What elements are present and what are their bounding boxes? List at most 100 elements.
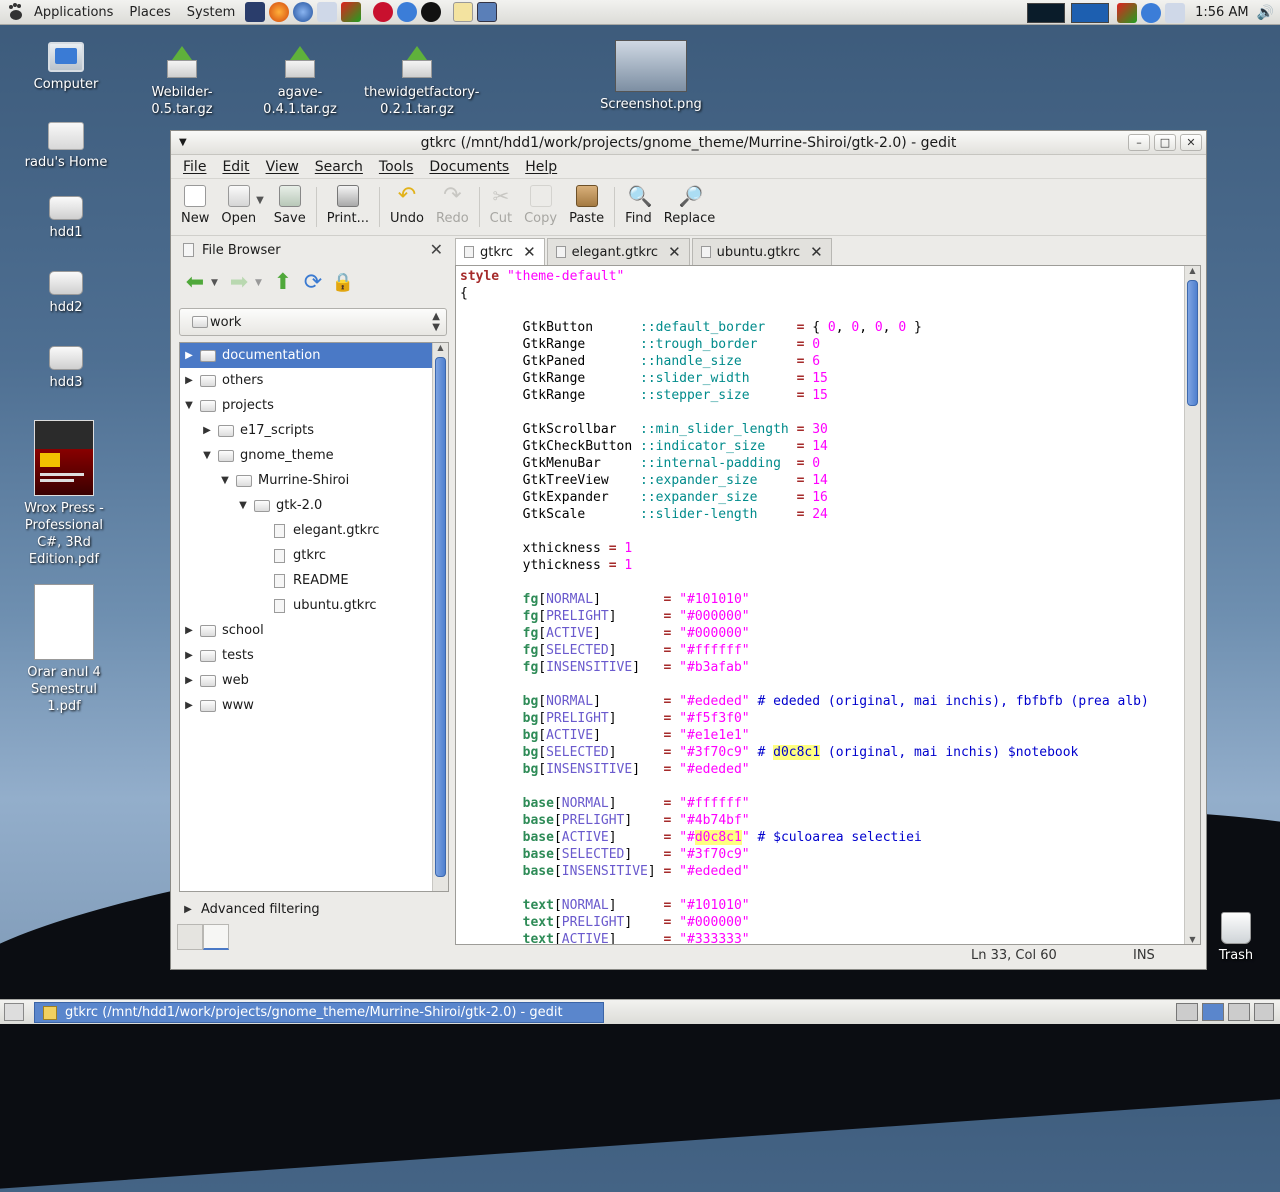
refresh-icon[interactable]: ⟳ xyxy=(299,269,327,297)
volume-icon[interactable]: 🔊 xyxy=(1257,5,1280,21)
close-button[interactable]: ✕ xyxy=(1180,134,1202,151)
text-editor[interactable]: style "theme-default" { GtkButton ::defa… xyxy=(455,265,1201,945)
tree-row[interactable]: ▶ www xyxy=(180,693,448,718)
media-launcher-icon[interactable] xyxy=(373,2,394,22)
tree-row[interactable]: ubuntu.gtkrc xyxy=(180,593,448,618)
desktop-icon-orar-pdf[interactable]: Orar anul 4 Semestrul 1.pdf xyxy=(16,584,112,715)
desktop-icon-hdd1[interactable]: hdd1 xyxy=(18,196,114,241)
chat-launcher-icon[interactable] xyxy=(397,2,418,22)
collapsed-arrow-icon[interactable]: ▶ xyxy=(182,350,196,361)
collapsed-arrow-icon[interactable]: ▶ xyxy=(182,625,196,636)
menu-search[interactable]: Search xyxy=(307,159,371,175)
workspace-1[interactable] xyxy=(1176,1003,1198,1021)
tree-row[interactable]: README xyxy=(180,568,448,593)
menu-documents[interactable]: Documents xyxy=(421,159,517,175)
tray-chat-icon[interactable] xyxy=(1141,2,1162,23)
desktop-icon-hdd3[interactable]: hdd3 xyxy=(18,346,114,391)
tree-row[interactable]: ▶ school xyxy=(180,618,448,643)
tab-close-icon[interactable]: ✕ xyxy=(668,243,681,261)
network-launcher-icon[interactable] xyxy=(317,2,338,22)
open-button[interactable]: Open xyxy=(215,185,262,226)
window-menu-icon[interactable]: ▼ xyxy=(179,131,187,155)
tab-ubuntu-gtkrc[interactable]: ubuntu.gtkrc ✕ xyxy=(691,238,832,265)
tree-row[interactable]: ▶ web xyxy=(180,668,448,693)
desktop-icon-screenshot[interactable]: Screenshot.png xyxy=(598,40,704,113)
tree-row[interactable]: ▶ others xyxy=(180,368,448,393)
forward-history-dropdown-icon[interactable]: ▼ xyxy=(255,278,267,288)
back-arrow-icon[interactable]: ⬅ xyxy=(181,269,209,297)
window-titlebar[interactable]: ▼ gtkrc (/mnt/hdd1/work/projects/gnome_t… xyxy=(171,131,1206,155)
tree-row[interactable]: ▼ projects xyxy=(180,393,448,418)
desktop-icon-csharp-pdf[interactable]: Wrox Press - Professional C#, 3Rd Editio… xyxy=(16,420,112,568)
expanded-arrow-icon[interactable]: ▼ xyxy=(236,500,250,511)
firefox-launcher-icon[interactable] xyxy=(269,2,290,22)
tab-close-icon[interactable]: ✕ xyxy=(810,243,823,261)
cut-button[interactable]: ✂ Cut xyxy=(484,185,518,226)
save-launcher-icon[interactable] xyxy=(477,2,498,22)
menu-edit[interactable]: Edit xyxy=(214,159,257,175)
tree-row[interactable]: ▶ tests xyxy=(180,643,448,668)
collapsed-arrow-icon[interactable]: ▶ xyxy=(182,700,196,711)
collapsed-arrow-icon[interactable]: ▶ xyxy=(200,425,214,436)
workspace-4[interactable] xyxy=(1254,1003,1274,1021)
forward-arrow-icon[interactable]: ➡ xyxy=(225,269,253,297)
desktop-icon-widgetfactory[interactable]: thewidgetfactory-0.2.1.tar.gz xyxy=(364,46,479,118)
expanded-arrow-icon[interactable]: ▼ xyxy=(200,450,214,461)
taskbar-button-gedit[interactable]: gtkrc (/mnt/hdd1/work/projects/gnome_the… xyxy=(34,1002,604,1023)
update-launcher-icon[interactable] xyxy=(341,2,362,22)
save-button[interactable]: Save xyxy=(268,185,312,226)
gnome-foot-icon[interactable] xyxy=(6,2,26,22)
desktop-icon-agave[interactable]: agave-0.4.1.tar.gz xyxy=(252,46,348,118)
maximize-button[interactable]: □ xyxy=(1154,134,1176,151)
collapsed-arrow-icon[interactable]: ▶ xyxy=(182,650,196,661)
tree-scrollbar-thumb[interactable] xyxy=(435,357,446,877)
thunderbird-launcher-icon[interactable] xyxy=(293,2,314,22)
menu-file[interactable]: File xyxy=(175,159,214,175)
editor-scrollbar[interactable]: ▲ ▼ xyxy=(1184,266,1200,944)
tab-close-icon[interactable]: ✕ xyxy=(523,243,536,261)
open-recent-dropdown-icon[interactable]: ▼ xyxy=(256,195,264,206)
expanded-arrow-icon[interactable]: ▼ xyxy=(218,475,232,486)
paste-button[interactable]: Paste xyxy=(563,185,610,226)
tab-elegant-gtkrc[interactable]: elegant.gtkrc ✕ xyxy=(546,238,690,265)
tree-row[interactable]: ▶ documentation xyxy=(180,343,448,368)
advanced-filtering-expander[interactable]: ▶ Advanced filtering xyxy=(177,896,449,922)
new-button[interactable]: New xyxy=(175,185,215,226)
tray-network-icon[interactable] xyxy=(1165,2,1186,23)
code-view[interactable]: style "theme-default" { GtkButton ::defa… xyxy=(460,268,1149,944)
collapsed-arrow-icon[interactable]: ▶ xyxy=(182,675,196,686)
menu-help[interactable]: Help xyxy=(517,159,565,175)
desktop-icon-home[interactable]: radu's Home xyxy=(18,122,114,171)
menu-tools[interactable]: Tools xyxy=(371,159,422,175)
menu-view[interactable]: View xyxy=(258,159,307,175)
amarok-launcher-icon[interactable] xyxy=(421,2,442,22)
location-combo[interactable]: work ▲ ▼ xyxy=(179,308,447,336)
copy-button[interactable]: Copy xyxy=(518,185,563,226)
back-history-dropdown-icon[interactable]: ▼ xyxy=(211,278,223,288)
places-menu[interactable]: Places xyxy=(121,0,178,25)
desktop-icon-computer[interactable]: Computer xyxy=(18,42,114,93)
lock-filter-icon[interactable]: 🔒 xyxy=(329,269,357,297)
up-arrow-icon[interactable]: ⬆ xyxy=(269,269,297,297)
undo-button[interactable]: ↶ Undo xyxy=(384,185,430,227)
tree-row[interactable]: ▼ gtk-2.0 xyxy=(180,493,448,518)
expanded-arrow-icon[interactable]: ▼ xyxy=(182,400,196,411)
replace-button[interactable]: 🔎 Replace xyxy=(658,185,721,226)
system-menu[interactable]: System xyxy=(179,0,243,25)
print-button[interactable]: Print... xyxy=(321,185,375,226)
tab-gtkrc[interactable]: gtkrc ✕ xyxy=(455,238,545,265)
desktop-icon-hdd2[interactable]: hdd2 xyxy=(18,271,114,316)
collapsed-arrow-icon[interactable]: ▶ xyxy=(182,375,196,386)
workspace-2[interactable] xyxy=(1202,1003,1224,1021)
show-desktop-icon[interactable] xyxy=(4,1003,24,1021)
editor-scrollbar-thumb[interactable] xyxy=(1187,280,1198,406)
tree-row[interactable]: ▶ e17_scripts xyxy=(180,418,448,443)
tree-row[interactable]: ▼ gnome_theme xyxy=(180,443,448,468)
tree-row[interactable]: elegant.gtkrc xyxy=(180,518,448,543)
tree-scrollbar[interactable]: ▲ xyxy=(432,343,448,891)
tree-row[interactable]: gtkrc xyxy=(180,543,448,568)
workspace-3[interactable] xyxy=(1228,1003,1250,1021)
minimize-button[interactable]: – xyxy=(1128,134,1150,151)
side-panel-close-icon[interactable]: ✕ xyxy=(430,240,443,259)
clock[interactable]: 1:56 AM xyxy=(1187,5,1256,20)
